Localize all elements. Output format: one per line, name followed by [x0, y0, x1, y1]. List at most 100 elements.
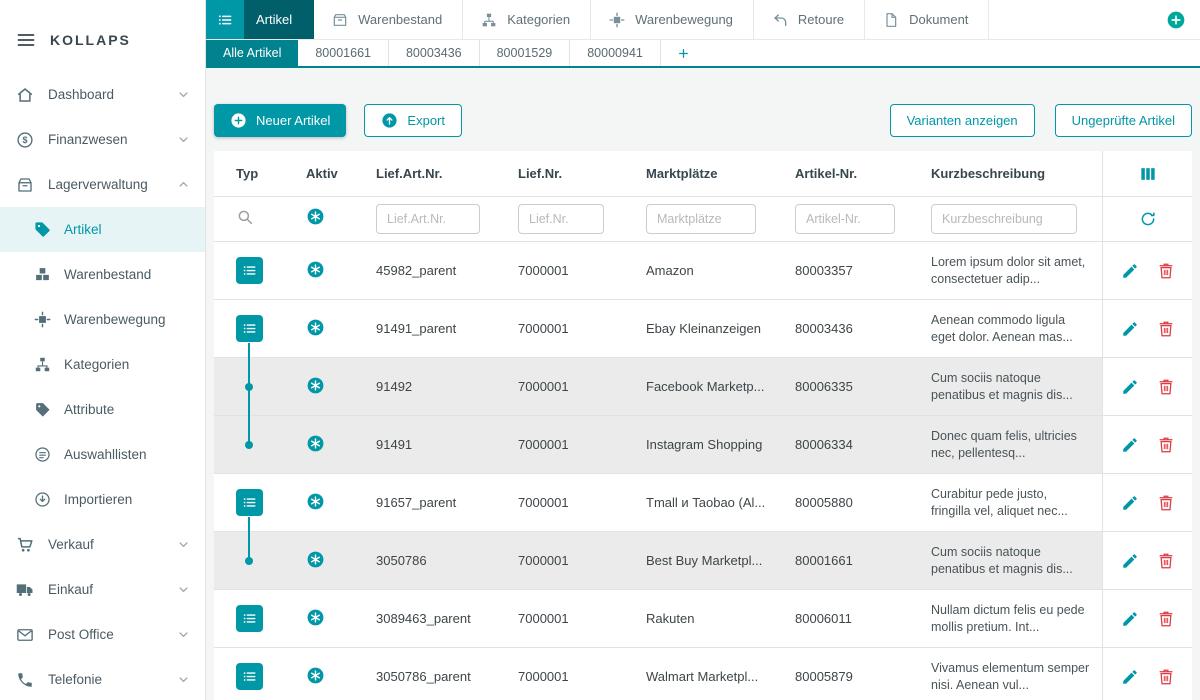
tag-icon [34, 221, 51, 238]
kurzbeschreibung-cell: Curabitur pede justo, fringilla vel, ali… [907, 486, 1102, 520]
box-icon [332, 12, 348, 28]
delete-button[interactable] [1157, 552, 1175, 570]
show-variants-label: Varianten anzeigen [907, 113, 1018, 128]
article-tab-bar: Alle Artikel8000166180003436800015298000… [206, 40, 1200, 68]
edit-button[interactable] [1121, 668, 1139, 686]
active-filter-icon[interactable] [306, 207, 325, 226]
article-tab-80001661[interactable]: 80001661 [298, 40, 389, 66]
lief-nr-cell: 7000001 [494, 263, 622, 278]
row-type-button[interactable] [236, 605, 263, 632]
row-type-button[interactable] [236, 315, 263, 342]
sidebar-subitem-label: Warenbewegung [64, 312, 166, 327]
aktiv-cell [282, 666, 352, 688]
lief-nr-cell: 7000001 [494, 437, 622, 452]
edit-button[interactable] [1121, 552, 1139, 570]
active-status-icon [306, 318, 325, 337]
filter-kurzbeschreibung-input[interactable] [931, 204, 1077, 234]
sidebar-subitem-label: Auswahllisten [64, 447, 147, 462]
tab-warenbestand[interactable]: Warenbestand [314, 0, 463, 39]
tab-dokument[interactable]: Dokument [865, 0, 989, 39]
delete-button[interactable] [1157, 610, 1175, 628]
export-button[interactable]: Export [364, 104, 462, 137]
lief-art-nr-cell: 91491_parent [352, 321, 494, 336]
show-variants-button[interactable]: Varianten anzeigen [890, 104, 1035, 137]
sidebar-subitem-warenbestand[interactable]: Warenbestand [0, 252, 205, 297]
filter-lief-nr-cell [494, 204, 622, 234]
typ-cell [214, 358, 282, 415]
sidebar-item-einkauf[interactable]: Einkauf [0, 567, 205, 612]
tab-retoure[interactable]: Retoure [754, 0, 865, 39]
delete-button[interactable] [1157, 436, 1175, 454]
sidebar-item-lagerverwaltung[interactable]: Lagerverwaltung [0, 162, 205, 207]
add-article-tab-button[interactable] [661, 40, 706, 66]
row-type-button[interactable] [236, 663, 263, 690]
sidebar-item-verkauf[interactable]: Verkauf [0, 522, 205, 567]
tab-warenbewegung[interactable]: Warenbewegung [591, 0, 754, 39]
sidebar-item-dashboard[interactable]: Dashboard [0, 72, 205, 117]
typ-cell [214, 300, 282, 357]
sidebar-subitem-label: Artikel [64, 222, 102, 237]
aktiv-cell [282, 608, 352, 630]
sidebar-item-post-office[interactable]: Post Office [0, 612, 205, 657]
article-tab-80001529[interactable]: 80001529 [480, 40, 571, 66]
sidebar-subitem-attribute[interactable]: Attribute [0, 387, 205, 432]
menu-icon[interactable] [16, 30, 36, 50]
movement-icon [34, 311, 51, 328]
article-tab-80000941[interactable]: 80000941 [570, 40, 661, 66]
delete-button[interactable] [1157, 668, 1175, 686]
plus-circle-icon [230, 112, 247, 129]
sidebar-item-telefonie[interactable]: Telefonie [0, 657, 205, 700]
delete-button[interactable] [1157, 494, 1175, 512]
delete-button[interactable] [1157, 320, 1175, 338]
refresh-button[interactable] [1139, 210, 1157, 228]
new-article-button[interactable]: Neuer Artikel [214, 104, 346, 137]
unchecked-articles-label: Ungeprüfte Artikel [1072, 113, 1175, 128]
edit-button[interactable] [1121, 320, 1139, 338]
unchecked-articles-button[interactable]: Ungeprüfte Artikel [1055, 104, 1192, 137]
filter-lief-nr-input[interactable] [518, 204, 604, 234]
svg-text:$: $ [22, 135, 27, 145]
active-status-icon [306, 666, 325, 685]
edit-button[interactable] [1121, 378, 1139, 396]
edit-button[interactable] [1121, 262, 1139, 280]
sidebar-subitem-auswahllisten[interactable]: Auswahllisten [0, 432, 205, 477]
sidebar-subitem-kategorien[interactable]: Kategorien [0, 342, 205, 387]
sidebar-subitem-warenbewegung[interactable]: Warenbewegung [0, 297, 205, 342]
edit-button[interactable] [1121, 436, 1139, 454]
row-type-button[interactable] [236, 257, 263, 284]
marktplatz-cell: Best Buy Marketpl... [622, 553, 771, 568]
edit-button[interactable] [1121, 494, 1139, 512]
column-settings-button[interactable] [1138, 164, 1158, 184]
filter-marktplaetze-input[interactable] [646, 204, 756, 234]
row-type-button[interactable] [236, 489, 263, 516]
categories-icon [34, 356, 51, 373]
lief-nr-cell: 7000001 [494, 553, 622, 568]
filter-aktiv-cell [282, 207, 352, 231]
sidebar-item-finanzwesen[interactable]: $Finanzwesen [0, 117, 205, 162]
content: Neuer Artikel Export Varianten anzeigen … [206, 68, 1200, 700]
filter-artikel-nr-input[interactable] [795, 204, 895, 234]
delete-button[interactable] [1157, 262, 1175, 280]
col-aktiv: Aktiv [282, 166, 352, 181]
tab-kategorien[interactable]: Kategorien [463, 0, 591, 39]
child-node-dot [245, 441, 253, 449]
active-status-icon [306, 550, 325, 569]
add-tab-button[interactable] [1166, 10, 1186, 30]
delete-button[interactable] [1157, 378, 1175, 396]
edit-button[interactable] [1121, 610, 1139, 628]
article-tab-alle-artikel[interactable]: Alle Artikel [206, 40, 298, 66]
finance-icon: $ [16, 131, 34, 149]
filter-lief-art-nr-input[interactable] [376, 204, 480, 234]
aktiv-cell [282, 376, 352, 398]
lief-nr-cell: 7000001 [494, 611, 622, 626]
chevron-down-icon [176, 627, 191, 642]
marktplatz-cell: Instagram Shopping [622, 437, 771, 452]
sidebar-subitem-artikel[interactable]: Artikel [0, 207, 205, 252]
lief-nr-cell: 7000001 [494, 669, 622, 684]
col-lief-nr: Lief.Nr. [494, 166, 622, 181]
sidebar-subitem-importieren[interactable]: Importieren [0, 477, 205, 522]
row-actions [1102, 416, 1192, 473]
article-tab-80003436[interactable]: 80003436 [389, 40, 480, 66]
chevron-down-icon [176, 132, 191, 147]
tab-artikel[interactable]: Artikel [206, 0, 314, 39]
